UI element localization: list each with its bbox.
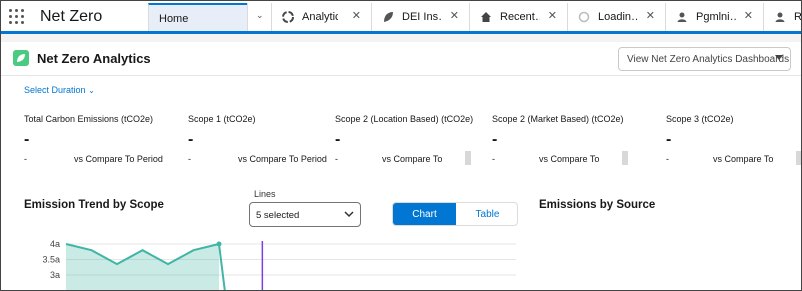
kpi-value: - <box>666 131 672 148</box>
kpi-delta: - <box>335 154 338 164</box>
kpi-compare: vs Compare To Period <box>238 154 327 164</box>
page-backdrop <box>0 34 802 42</box>
chevron-down-icon: ⌄ <box>256 10 264 20</box>
leaf-icon <box>384 12 393 22</box>
kpi-compare: vs Compare To Period <box>74 154 163 164</box>
app-launcher-icon[interactable] <box>9 9 25 25</box>
kpi-delta: - <box>666 154 669 164</box>
tab-rec[interactable]: Rec <box>763 3 802 31</box>
kpi-trend-bar <box>796 151 802 165</box>
app-name: Net Zero <box>40 8 103 25</box>
select-duration-link[interactable]: Select Duration ⌄ <box>24 85 95 95</box>
kpi-value: - <box>24 131 30 148</box>
tab-home[interactable]: Home <box>148 3 247 31</box>
kpi-value: - <box>335 131 341 148</box>
close-icon[interactable]: ✕ <box>646 9 655 22</box>
tab-home-menu[interactable]: ⌄ <box>247 3 271 31</box>
kpi-value: - <box>492 131 498 148</box>
people-icon <box>677 12 687 22</box>
chevron-down-icon: ⌄ <box>88 86 95 95</box>
global-header: Net Zero Home ⌄ Analytic… ✕ DEI Ins… ✕ R… <box>0 0 802 34</box>
page-title: Net Zero Analytics <box>37 51 151 66</box>
page-header: Net Zero Analytics View Net Zero Analyti… <box>0 42 802 76</box>
tab-loading[interactable]: Loadin… ✕ <box>567 3 665 31</box>
kpi-title: Scope 1 (tCO2e) <box>188 114 256 124</box>
view-dashboards-button[interactable]: View Net Zero Analytics Dashboards <box>618 47 791 71</box>
close-icon[interactable]: ✕ <box>744 9 753 22</box>
tab-label: Analytic… <box>302 11 338 23</box>
tab-recent[interactable]: Recent… ✕ <box>469 3 567 31</box>
y-tick-label: 3a <box>50 270 60 280</box>
close-icon[interactable]: ✕ <box>548 9 557 22</box>
emission-trend-chart: 4a 3.5a 3a <box>42 239 516 291</box>
emissions-by-source-title: Emissions by Source <box>539 199 656 211</box>
kpi-compare: vs Compare To <box>539 154 600 164</box>
kpi-trend-bar <box>465 151 471 165</box>
y-tick-label: 3.5a <box>42 255 60 265</box>
kpi-title: Total Carbon Emissions (tCO2e) <box>24 114 154 124</box>
lines-select[interactable]: 5 selected <box>249 202 361 227</box>
emission-trend-title: Emission Trend by Scope <box>24 199 164 211</box>
tab-label: Loadin… <box>598 11 638 23</box>
lines-label: Lines <box>254 189 276 199</box>
tab-label: Rec <box>794 11 802 23</box>
table-button[interactable]: Table <box>456 203 517 225</box>
tab-label: Recent… <box>500 11 540 23</box>
tab-analytics[interactable]: Analytic… ✕ <box>271 3 371 31</box>
close-icon[interactable]: ✕ <box>352 9 361 22</box>
analytics-icon <box>282 11 294 23</box>
loading-icon <box>578 11 590 23</box>
chart-table-toggle: Chart Table <box>392 202 518 226</box>
select-duration-label: Select Duration <box>24 85 86 95</box>
caret-down-icon <box>775 55 783 60</box>
tab-label: Pgmlni… <box>696 11 736 23</box>
leaf-icon <box>13 50 29 66</box>
kpi-title: Scope 3 (tCO2e) <box>666 114 734 124</box>
kpi-delta: - <box>492 154 495 164</box>
series-drop-line <box>218 243 226 291</box>
kpi-delta: - <box>188 154 191 164</box>
tab-pgmlni[interactable]: Pgmlni… ✕ <box>665 3 763 31</box>
y-tick-label: 4a <box>50 239 60 249</box>
kpi-compare: vs Compare To <box>713 154 774 164</box>
kpi-trend-bar <box>622 151 628 165</box>
kpi-compare: vs Compare To <box>382 154 443 164</box>
kpi-title: Scope 2 (Location Based) (tCO2e) <box>335 114 474 124</box>
tab-label: DEI Ins… <box>402 11 442 23</box>
kpi-delta: - <box>24 154 27 164</box>
kpi-title: Scope 2 (Market Based) (tCO2e) <box>492 114 624 124</box>
people-icon <box>775 12 785 22</box>
lines-select-value: 5 selected <box>256 210 300 221</box>
data-point <box>216 241 222 247</box>
kpi-value: - <box>188 131 194 148</box>
close-icon[interactable]: ✕ <box>450 9 459 22</box>
home-icon <box>481 12 491 22</box>
chevron-down-icon <box>344 211 354 218</box>
tab-label: Home <box>159 13 189 25</box>
button-label: View Net Zero Analytics Dashboards <box>627 54 790 65</box>
chart-button[interactable]: Chart <box>393 203 456 225</box>
tab-dei-insights[interactable]: DEI Ins… ✕ <box>371 3 469 31</box>
